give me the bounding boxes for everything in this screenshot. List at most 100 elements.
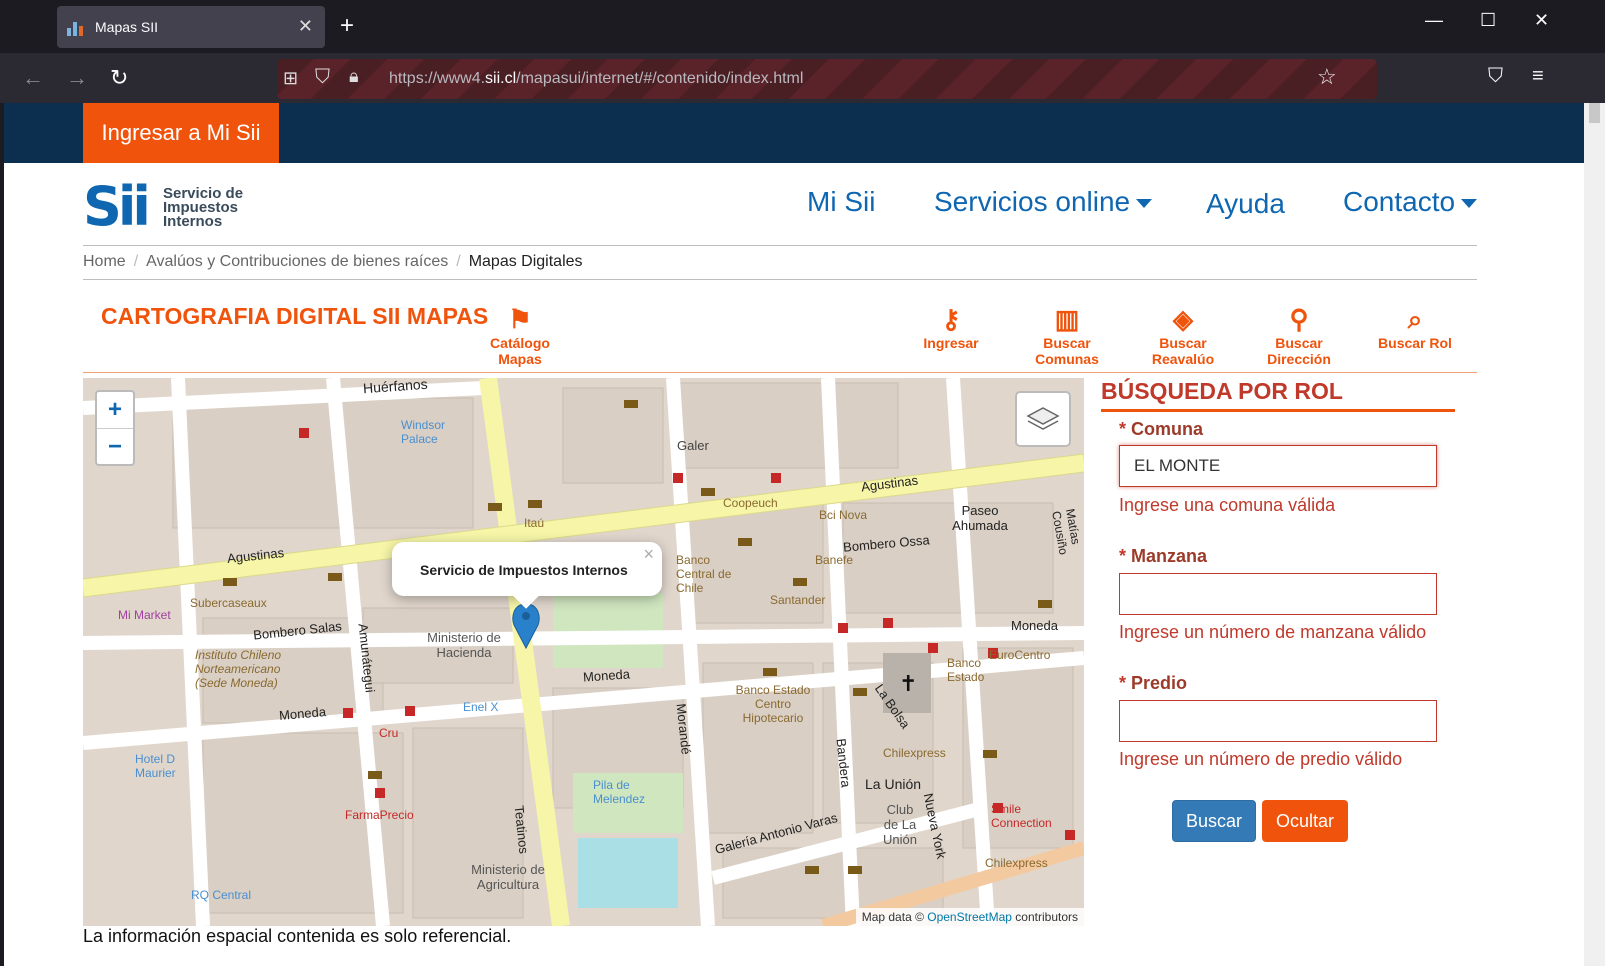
map[interactable]: ✝ Huérfanos Agustinas Agustinas Bombero … <box>83 378 1084 926</box>
sii-favicon-icon <box>67 18 85 36</box>
map-label: Itaú <box>524 516 545 530</box>
map-popup: Servicio de Impuestos Internos × <box>392 542 662 609</box>
divider <box>1101 409 1455 412</box>
map-label: Coopeuch <box>723 496 778 510</box>
zoom-control: + − <box>95 390 135 466</box>
map-label: Pila de Melendez <box>593 778 646 806</box>
divider <box>83 245 1477 246</box>
map-label: Smile Connection <box>991 802 1052 830</box>
map-label: Enel X <box>463 700 499 714</box>
back-icon[interactable]: ← <box>22 65 44 91</box>
nav-servicios-online[interactable]: Servicios online <box>934 186 1153 218</box>
reload-icon[interactable]: ↻ <box>110 65 128 91</box>
robot-icon[interactable]: ⊞ <box>283 68 298 89</box>
forward-icon[interactable]: → <box>66 65 88 91</box>
comuna-error: Ingrese una comuna válida <box>1119 495 1336 515</box>
zoom-in-button[interactable]: + <box>97 392 133 428</box>
nav-contacto[interactable]: Contacto <box>1343 186 1478 218</box>
busqueda-title: BÚSQUEDA POR ROL <box>1101 378 1343 404</box>
predio-field[interactable] <box>1119 700 1437 742</box>
breadcrumb-home[interactable]: Home <box>83 253 126 270</box>
comuna-field[interactable] <box>1119 445 1437 487</box>
page: Ingresar a Mi Sii Sii Servicio de Impuest… <box>4 103 1584 966</box>
tab-title: Mapas SII <box>95 19 159 35</box>
browser-tab[interactable]: Mapas SII ✕ <box>57 6 325 48</box>
map-icon: ▥ <box>1054 304 1080 334</box>
new-tab-icon[interactable]: + <box>340 12 354 40</box>
url-text[interactable]: https://www4.sii.cl/mapasui/internet/#/c… <box>389 70 803 88</box>
buscar-direccion-button[interactable]: ⚲ Buscar Dirección <box>1244 303 1354 367</box>
buscar-rol-button[interactable]: ⌕ Buscar Rol <box>1360 303 1470 351</box>
map-label: Banefe <box>815 553 854 567</box>
map-label: Club de La Unión <box>883 802 917 847</box>
map-label: EuroCentro <box>989 648 1051 662</box>
maximize-icon[interactable]: ☐ <box>1480 10 1496 31</box>
pocket-icon[interactable]: ⛉ <box>1488 65 1503 88</box>
cartografia-title: CARTOGRAFIA DIGITAL SII MAPAS <box>101 303 489 329</box>
manzana-label: * Manzana <box>1119 546 1208 566</box>
map-label: Windsor Palace <box>401 418 446 446</box>
manzana-field[interactable] <box>1119 573 1437 615</box>
lock-icon[interactable]: 🔒︎ <box>349 66 359 87</box>
window-close-icon[interactable]: ✕ <box>1534 10 1549 31</box>
map-label: Hotel D Maurier <box>135 752 176 780</box>
search-icon: ⌕ <box>1407 304 1423 334</box>
minimize-icon[interactable]: — <box>1425 10 1443 31</box>
ingresar-mi-sii-button[interactable]: Ingresar a Mi Sii <box>83 103 279 163</box>
disclaimer-text: La información espacial contenida es sol… <box>83 926 512 946</box>
map-label: Banco Estado Centro Hipotecario <box>735 683 811 725</box>
map-attribution: Map data © OpenStreetMap contributors <box>855 908 1084 926</box>
ocultar-button[interactable]: Ocultar <box>1262 800 1348 842</box>
ingresar-tool-button[interactable]: ⚷ Ingresar <box>896 303 1006 351</box>
layers-icon <box>1026 407 1060 430</box>
tab-close-icon[interactable]: ✕ <box>298 16 313 37</box>
breadcrumb: Home / Avalúos y Contribuciones de bienes … <box>83 253 583 270</box>
shield-icon[interactable]: ⛉ <box>315 66 330 89</box>
map-label: Instituto Chileno Norteamericano (Sede M… <box>195 648 282 690</box>
scrollbar[interactable] <box>1584 103 1605 966</box>
layers-button[interactable] <box>1015 391 1071 447</box>
openstreetmap-link[interactable]: OpenStreetMap <box>927 910 1012 924</box>
svg-text:✝: ✝ <box>899 671 917 696</box>
map-label: Subercaseaux <box>190 596 267 610</box>
map-label: Banco Central de Chile <box>676 553 732 595</box>
map-label: RQ Central <box>191 888 252 902</box>
buscar-button[interactable]: Buscar <box>1172 800 1256 842</box>
predio-error: Ingrese un número de predio válido <box>1119 749 1403 769</box>
map-label: La Unión <box>865 776 922 792</box>
catalogo-mapas-button[interactable]: ⚑ Catálogo Mapas <box>465 303 575 367</box>
map-label: Ministerio de Hacienda <box>427 630 501 660</box>
url-bar[interactable]: ⊞ ⛉ 🔒︎ https://www4.sii.cl/mapasui/inter… <box>277 59 1377 99</box>
map-label: Santander <box>770 593 826 607</box>
sii-logo-text: Servicio de Impuestos Internos <box>163 185 244 230</box>
menu-icon[interactable]: ≡ <box>1532 65 1544 88</box>
buscar-comunas-button[interactable]: ▥ Buscar Comunas <box>1012 303 1122 367</box>
divider <box>83 372 1477 373</box>
browser-tabbar: Mapas SII ✕ + — ☐ ✕ <box>0 0 1605 53</box>
popup-close-icon[interactable]: × <box>643 544 654 565</box>
bookmark-star-icon[interactable]: ☆ <box>1317 64 1337 90</box>
tag-icon: ◈ <box>1173 304 1193 334</box>
chevron-down-icon <box>1136 199 1153 209</box>
nav-ayuda[interactable]: Ayuda <box>1206 188 1285 220</box>
browser-navbar: ← → ↻ ⊞ ⛉ 🔒︎ https://www4.sii.cl/mapasui… <box>0 53 1605 103</box>
map-label: Banco Estado <box>947 656 985 684</box>
map-label: Ministerio de Agricultura <box>471 862 545 892</box>
breadcrumb-avaluos[interactable]: Avalúos y Contribuciones de bienes raíce… <box>146 253 448 270</box>
signpost-icon: ⚑ <box>508 304 532 334</box>
breadcrumb-current: Mapas Digitales <box>468 253 583 270</box>
nav-mi-sii[interactable]: Mi Sii <box>807 186 875 218</box>
scrollbar-thumb[interactable] <box>1589 103 1600 123</box>
zoom-out-button[interactable]: − <box>97 428 133 464</box>
sii-logo-mark: Sii <box>83 175 151 238</box>
map-label: Mi Market <box>118 608 171 622</box>
buscar-reavaluo-button[interactable]: ◈ Buscar Reavalúo <box>1128 303 1238 367</box>
manzana-error: Ingrese un número de manzana válido <box>1119 622 1427 642</box>
sii-logo[interactable]: Sii Servicio de Impuestos Internos <box>83 175 253 238</box>
top-strip: Ingresar a Mi Sii <box>4 103 1584 163</box>
map-label: Bci Nova <box>819 508 868 522</box>
comuna-label: * Comuna <box>1119 419 1204 439</box>
chevron-down-icon <box>1461 199 1478 209</box>
key-icon: ⚷ <box>941 304 961 334</box>
divider <box>83 279 1477 280</box>
